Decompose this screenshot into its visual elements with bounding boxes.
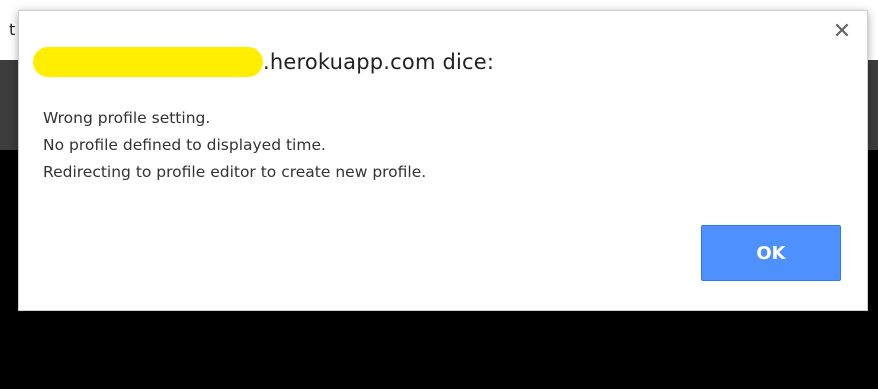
ok-button[interactable]: OK	[701, 225, 841, 281]
background-text: t	[9, 20, 16, 39]
message-line: Wrong profile setting.	[43, 109, 211, 127]
dialog-title-text: .herokuapp.com dice:	[263, 50, 495, 74]
message-line: No profile defined to displayed time.	[43, 136, 326, 154]
close-icon[interactable]: ✕	[831, 21, 853, 43]
alert-dialog: ✕ .herokuapp.com dice: Wrong profile set…	[18, 10, 868, 311]
dialog-message: Wrong profile setting. No profile define…	[43, 105, 426, 186]
browser-page: t ✕ .herokuapp.com dice: Wrong profile s…	[0, 0, 878, 389]
redacted-hostname	[33, 47, 263, 77]
dialog-title: .herokuapp.com dice:	[33, 45, 494, 79]
message-line: Redirecting to profile editor to create …	[43, 163, 427, 181]
